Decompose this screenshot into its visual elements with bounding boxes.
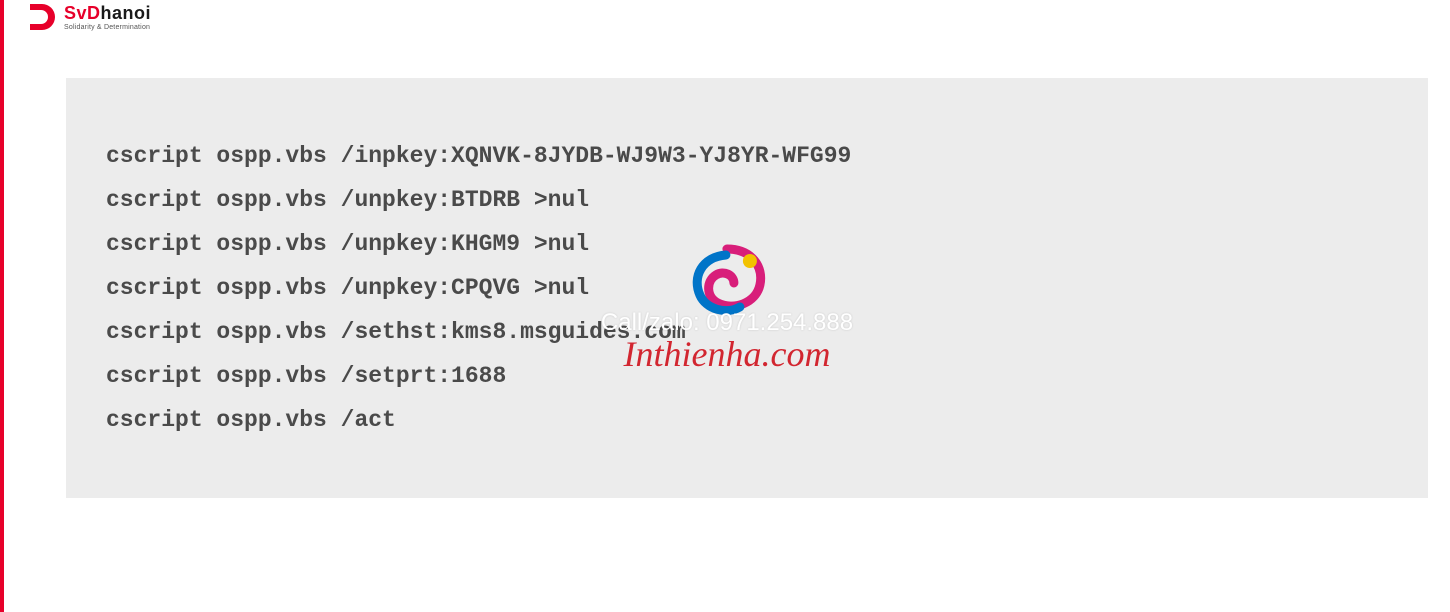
code-line: cscript ospp.vbs /sethst:kms8.msguides.c… [106,319,686,345]
logo-mark-icon [24,0,58,34]
logo-brand-suffix: hanoi [101,3,152,23]
code-line: cscript ospp.vbs /unpkey:KHGM9 >nul [106,231,589,257]
code-line: cscript ospp.vbs /act [106,407,396,433]
code-line: cscript ospp.vbs /inpkey:XQNVK-8JYDB-WJ9… [106,143,851,169]
code-block: cscript ospp.vbs /inpkey:XQNVK-8JYDB-WJ9… [66,78,1428,498]
logo-brand-prefix: SvD [64,3,101,23]
code-content: cscript ospp.vbs /inpkey:XQNVK-8JYDB-WJ9… [106,134,1388,442]
site-logo: SvDhanoi Solidarity & Determination [24,0,151,34]
page-root: SvDhanoi Solidarity & Determination cscr… [0,0,1450,612]
code-line: cscript ospp.vbs /unpkey:BTDRB >nul [106,187,589,213]
logo-text: SvDhanoi Solidarity & Determination [64,4,151,31]
code-line: cscript ospp.vbs /unpkey:CPQVG >nul [106,275,589,301]
logo-brand: SvDhanoi [64,4,151,22]
code-line: cscript ospp.vbs /setprt:1688 [106,363,506,389]
logo-tagline: Solidarity & Determination [64,24,151,31]
